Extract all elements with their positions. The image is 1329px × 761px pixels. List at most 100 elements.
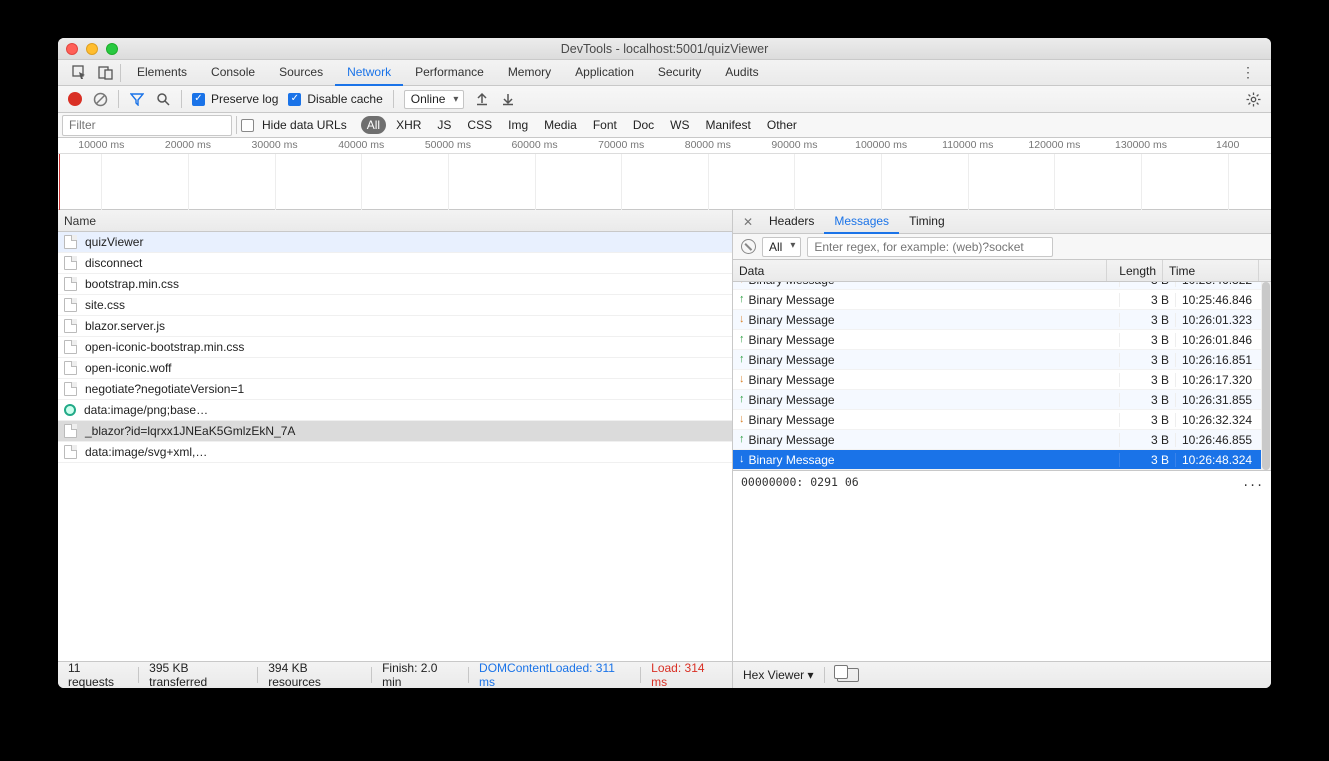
tab-performance[interactable]: Performance (403, 60, 496, 86)
message-row[interactable]: ↓Binary Message3 B10:25:46.322 (733, 282, 1271, 290)
message-row[interactable]: ↓Binary Message3 B10:26:32.324 (733, 410, 1271, 430)
detail-tab-messages[interactable]: Messages (824, 210, 899, 234)
filter-input[interactable] (62, 115, 232, 136)
tab-memory[interactable]: Memory (496, 60, 563, 86)
request-row[interactable]: open-iconic-bootstrap.min.css (58, 337, 732, 358)
clear-icon[interactable] (92, 91, 108, 107)
filter-chip-all[interactable]: All (361, 116, 386, 134)
data-column-header[interactable]: Data (733, 260, 1107, 281)
document-icon (64, 319, 77, 333)
message-viewer-bar: Hex Viewer ▾ (733, 662, 1271, 688)
message-text: Binary Message (749, 282, 835, 287)
request-row[interactable]: blazor.server.js (58, 316, 732, 337)
filter-chip-img[interactable]: Img (502, 116, 534, 134)
tab-application[interactable]: Application (563, 60, 646, 86)
more-options-icon[interactable]: ⋮ (1235, 64, 1261, 81)
request-row[interactable]: negotiate?negotiateVersion=1 (58, 379, 732, 400)
disable-cache-label: Disable cache (307, 92, 382, 106)
domcontentloaded-time: DOMContentLoaded: 311 ms (469, 661, 640, 688)
messages-filter-select[interactable]: All (762, 237, 801, 257)
arrow-up-icon: ↑ (739, 394, 745, 405)
settings-gear-icon[interactable] (1245, 91, 1261, 107)
filter-chip-css[interactable]: CSS (461, 116, 498, 134)
message-row[interactable]: ↑Binary Message3 B10:26:31.855 (733, 390, 1271, 410)
messages-regex-input[interactable] (807, 237, 1053, 257)
message-row[interactable]: ↑Binary Message3 B10:25:46.846 (733, 290, 1271, 310)
request-row[interactable]: disconnect (58, 253, 732, 274)
request-row[interactable]: data:image/png;base… (58, 400, 732, 421)
window-title: DevTools - localhost:5001/quizViewer (58, 42, 1271, 56)
upload-har-icon[interactable] (474, 91, 490, 107)
message-length: 3 B (1119, 353, 1175, 367)
message-row[interactable]: ↑Binary Message3 B10:26:01.846 (733, 330, 1271, 350)
request-row[interactable]: quizViewer (58, 232, 732, 253)
detail-tab-headers[interactable]: Headers (759, 210, 824, 234)
filter-chip-ws[interactable]: WS (664, 116, 695, 134)
separator (118, 90, 119, 108)
tab-sources[interactable]: Sources (267, 60, 335, 86)
hex-content: 00000000: 0291 06 (741, 475, 859, 657)
copy-message-icon[interactable] (825, 668, 869, 682)
throttling-select[interactable]: Online (404, 90, 465, 109)
close-detail-icon[interactable]: ✕ (741, 215, 755, 229)
inspect-element-icon[interactable] (68, 63, 90, 83)
request-row[interactable]: bootstrap.min.css (58, 274, 732, 295)
tab-elements[interactable]: Elements (125, 60, 199, 86)
request-name: bootstrap.min.css (85, 277, 179, 291)
document-icon (64, 256, 77, 270)
timeline-tick: 50000 ms (425, 139, 471, 151)
filter-chip-js[interactable]: JS (431, 116, 457, 134)
device-toolbar-icon[interactable] (94, 63, 116, 83)
length-column-header[interactable]: Length (1107, 260, 1163, 281)
message-row[interactable]: ↑Binary Message3 B10:26:16.851 (733, 350, 1271, 370)
arrow-up-icon: ↑ (739, 294, 745, 305)
request-row[interactable]: data:image/svg+xml,… (58, 442, 732, 463)
message-row[interactable]: ↓Binary Message3 B10:26:48.324 (733, 450, 1271, 470)
message-row[interactable]: ↓Binary Message3 B10:26:17.320 (733, 370, 1271, 390)
download-har-icon[interactable] (500, 91, 516, 107)
message-text: Binary Message (749, 433, 835, 447)
throttling-value: Online (411, 92, 446, 106)
clear-messages-icon[interactable] (741, 239, 756, 254)
document-icon (64, 277, 77, 291)
arrow-up-icon: ↑ (739, 434, 745, 445)
separator (120, 64, 121, 82)
request-row[interactable]: site.css (58, 295, 732, 316)
time-column-header[interactable]: Time (1163, 260, 1259, 281)
messages-filter-value: All (769, 240, 782, 254)
filter-chip-media[interactable]: Media (538, 116, 583, 134)
detail-panel: ✕ HeadersMessagesTiming All Data Length … (733, 210, 1271, 661)
record-button[interactable] (68, 92, 82, 106)
disable-cache-checkbox[interactable]: Disable cache (288, 92, 382, 106)
name-column-header[interactable]: Name (58, 210, 732, 232)
filter-chip-doc[interactable]: Doc (627, 116, 660, 134)
checkbox-icon (288, 93, 301, 106)
tab-console[interactable]: Console (199, 60, 267, 86)
detail-tab-timing[interactable]: Timing (899, 210, 955, 234)
messages-scrollbar[interactable] (1261, 282, 1271, 470)
search-icon[interactable] (155, 91, 171, 107)
hex-viewer-select[interactable]: Hex Viewer ▾ (733, 668, 824, 682)
filter-chip-xhr[interactable]: XHR (390, 116, 427, 134)
hide-data-urls-checkbox[interactable]: Hide data URLs (241, 118, 347, 132)
preserve-log-checkbox[interactable]: Preserve log (192, 92, 278, 106)
request-row[interactable]: _blazor?id=lqrxx1JNEaK5GmlzEkN_7A (58, 421, 732, 442)
tab-network[interactable]: Network (335, 60, 403, 86)
request-row[interactable]: open-iconic.woff (58, 358, 732, 379)
message-row[interactable]: ↑Binary Message3 B10:26:46.855 (733, 430, 1271, 450)
filter-chip-other[interactable]: Other (761, 116, 803, 134)
request-list-panel: Name quizViewerdisconnect bootstrap.min.c… (58, 210, 733, 661)
filter-chip-manifest[interactable]: Manifest (700, 116, 757, 134)
arrow-up-icon: ↑ (739, 334, 745, 345)
filter-bar: Hide data URLs AllXHRJSCSSImgMediaFontDo… (58, 113, 1271, 138)
message-row[interactable]: ↓Binary Message3 B10:26:01.323 (733, 310, 1271, 330)
detail-tabbar: ✕ HeadersMessagesTiming (733, 210, 1271, 234)
timeline-overview[interactable]: 10000 ms20000 ms30000 ms40000 ms50000 ms… (58, 138, 1271, 210)
timeline-tick: 80000 ms (685, 139, 731, 151)
filter-icon[interactable] (129, 91, 145, 107)
separator (236, 116, 237, 134)
tab-security[interactable]: Security (646, 60, 713, 86)
filter-chip-font[interactable]: Font (587, 116, 623, 134)
message-length: 3 B (1119, 293, 1175, 307)
tab-audits[interactable]: Audits (713, 60, 770, 86)
